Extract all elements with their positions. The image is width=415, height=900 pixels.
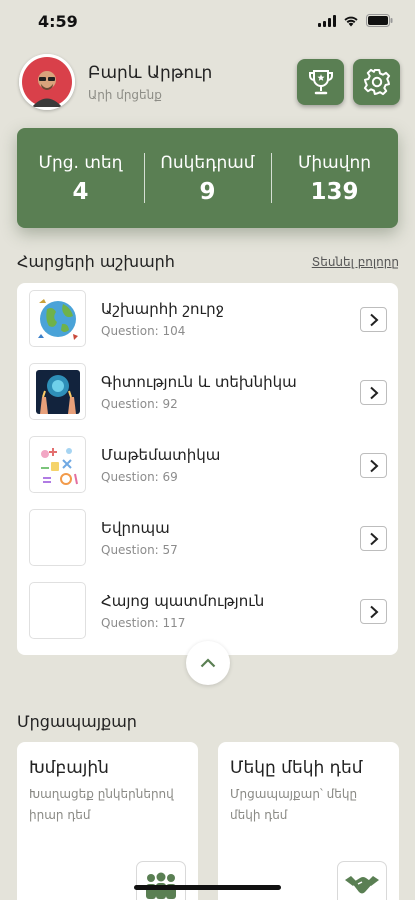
home-indicator bbox=[134, 885, 281, 890]
open-quiz-button[interactable] bbox=[360, 599, 387, 624]
stat-points-value: 139 bbox=[310, 179, 359, 205]
see-all-link[interactable]: Տեսնել բոլորը bbox=[312, 255, 399, 269]
quiz-count: Question: 104 bbox=[101, 324, 186, 338]
list-item[interactable]: Եվրոպա Question: 57 bbox=[17, 502, 398, 574]
quiz-count: Question: 92 bbox=[101, 397, 178, 411]
collapse-list-button[interactable] bbox=[186, 641, 230, 685]
science-icon bbox=[29, 363, 86, 420]
chevron-up-icon bbox=[200, 658, 216, 668]
status-time: 4:59 bbox=[38, 12, 78, 31]
handshake-icon bbox=[337, 861, 387, 900]
mode-description: Խաղացեք ընկերներով իրար դեմ bbox=[29, 787, 174, 822]
signal-icon bbox=[318, 14, 336, 27]
open-quiz-button[interactable] bbox=[360, 453, 387, 478]
open-quiz-button[interactable] bbox=[360, 307, 387, 332]
list-item[interactable]: Աշխարհի շուրջ Question: 104 bbox=[17, 283, 398, 355]
globe-icon bbox=[29, 290, 86, 347]
gear-icon bbox=[363, 68, 390, 96]
quiz-title: Հայոց պատմություն bbox=[101, 592, 265, 610]
math-icon bbox=[29, 436, 86, 493]
chevron-right-icon bbox=[369, 605, 378, 618]
stat-coins-value: 9 bbox=[199, 179, 216, 205]
list-item[interactable]: Հայոց պատմություն Question: 117 bbox=[17, 575, 398, 647]
stat-rank: Մրց. տեղ 4 bbox=[17, 128, 144, 228]
settings-button[interactable] bbox=[353, 59, 400, 105]
quiz-title: Մաթեմատիկա bbox=[101, 446, 221, 464]
chevron-right-icon bbox=[369, 386, 378, 399]
chevron-right-icon bbox=[369, 313, 378, 326]
status-bar: 4:59 bbox=[0, 0, 415, 44]
mode-title: Մեկը մեկի դեմ bbox=[230, 758, 363, 778]
quiz-title: Աշխարհի շուրջ bbox=[101, 300, 224, 318]
duel-mode-card[interactable]: Մեկը մեկի դեմ Մրցապայքար՝ մեկը մեկի դեմ bbox=[218, 742, 399, 900]
list-item[interactable]: Գիտություն և տեխնիկա Question: 92 bbox=[17, 356, 398, 428]
quiz-thumbnail bbox=[29, 509, 86, 566]
quiz-count: Question: 69 bbox=[101, 470, 178, 484]
chevron-right-icon bbox=[369, 532, 378, 545]
mode-title: Խմբային bbox=[29, 758, 109, 778]
quiz-title: Գիտություն և տեխնիկա bbox=[101, 373, 297, 391]
section-title-quizzes: Հարցերի աշխարհ bbox=[17, 252, 175, 271]
quiz-count: Question: 57 bbox=[101, 543, 178, 557]
stat-points-label: Միավոր bbox=[297, 153, 372, 173]
group-icon bbox=[136, 861, 186, 900]
profile-header: Բարև Արթուր Արի մրցենք bbox=[19, 54, 400, 112]
stat-rank-value: 4 bbox=[72, 179, 89, 205]
trophy-icon bbox=[308, 70, 333, 95]
stats-card: Մրց. տեղ 4 Ոսկեդրամ 9 Միավոր 139 bbox=[17, 128, 398, 228]
list-item[interactable]: Մաթեմատիկա Question: 69 bbox=[17, 429, 398, 501]
chevron-right-icon bbox=[369, 459, 378, 472]
stat-coins-label: Ոսկեդրամ bbox=[160, 153, 255, 173]
stat-coins: Ոսկեդրամ 9 bbox=[144, 128, 271, 228]
status-icons bbox=[318, 14, 393, 27]
group-mode-card[interactable]: Խմբային Խաղացեք ընկերներով իրար դեմ bbox=[17, 742, 198, 900]
profile-greeting: Բարև Արթուր bbox=[88, 63, 213, 83]
battery-icon bbox=[366, 14, 393, 27]
avatar[interactable] bbox=[19, 54, 75, 110]
wifi-icon bbox=[343, 15, 359, 27]
stat-points: Միավոր 139 bbox=[271, 128, 398, 228]
quiz-count: Question: 117 bbox=[101, 616, 186, 630]
leaderboard-button[interactable] bbox=[297, 59, 344, 105]
profile-subtitle: Արի մրցենք bbox=[88, 88, 162, 102]
quiz-thumbnail bbox=[29, 582, 86, 639]
quiz-title: Եվրոպա bbox=[101, 519, 170, 537]
mode-description: Մրցապայքար՝ մեկը մեկի դեմ bbox=[230, 787, 358, 822]
open-quiz-button[interactable] bbox=[360, 380, 387, 405]
open-quiz-button[interactable] bbox=[360, 526, 387, 551]
quiz-list: Աշխարհի շուրջ Question: 104 Գիտություն և… bbox=[17, 283, 398, 655]
section-title-competition: Մրցապայքար bbox=[17, 712, 137, 731]
stat-rank-label: Մրց. տեղ bbox=[38, 153, 123, 173]
